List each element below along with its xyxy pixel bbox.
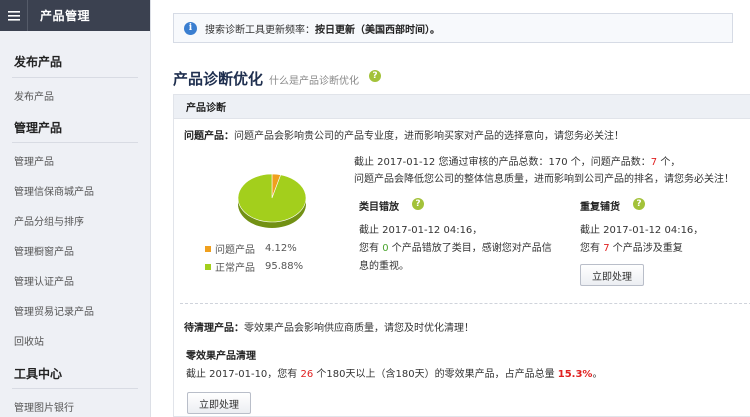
sidebar-item-trade-assurance-products[interactable]: 管理信保商城产品 bbox=[0, 183, 94, 198]
sidebar-item-showcase-products[interactable]: 管理橱窗产品 bbox=[0, 243, 74, 258]
wrong-category-line2: 您有 0 个产品错放了类目，感谢您对产品信 bbox=[359, 239, 552, 254]
sidebar-section-manage: 管理产品 bbox=[14, 121, 63, 135]
help-icon[interactable]: ? bbox=[633, 198, 645, 210]
total-count: 170 bbox=[548, 157, 568, 168]
problem-desc: 问题产品会影响贵公司的产品专业度，进而影响买家对产品的选择意向，请您务必关注！ bbox=[234, 131, 624, 142]
problem-summary: 截止 2017-01-12 您通过审核的产品总数：170 个，问题产品数：7 个… bbox=[354, 153, 680, 168]
sidebar-divider bbox=[12, 77, 138, 78]
update-notice: i 搜索诊断工具更新频率：按日更新（美国西部时间）。 bbox=[173, 13, 733, 43]
page-subtitle-link[interactable]: 什么是产品诊断优化 bbox=[269, 72, 359, 87]
sidebar-section-tools: 工具中心 bbox=[14, 367, 63, 381]
hamburger-icon[interactable] bbox=[0, 0, 28, 31]
pie-slice-normal bbox=[237, 173, 307, 223]
sidebar-title: 产品管理 bbox=[40, 9, 91, 23]
sidebar-section-publish: 发布产品 bbox=[14, 55, 63, 69]
wrong-category-suffix: 个产品错放了类目，感谢您对产品信 bbox=[388, 243, 552, 254]
legend-value-problem: 4.12% bbox=[265, 243, 297, 254]
problem-intro: 问题产品：问题产品会影响贵公司的产品专业度，进而影响买家对产品的选择意向，请您务… bbox=[184, 127, 624, 142]
legend-swatch-problem bbox=[205, 245, 211, 252]
diagnosis-panel: 产品诊断 问题产品：问题产品会影响贵公司的产品专业度，进而影响买家对产品的选择意… bbox=[173, 94, 750, 417]
duplicate-date: 截止 2017-01-12 04:16， bbox=[580, 225, 704, 236]
info-icon: i bbox=[184, 21, 197, 35]
legend-problem: 问题产品 4.12% bbox=[205, 241, 297, 256]
sidebar-divider bbox=[12, 142, 138, 143]
duplicate-title: 重复铺货 bbox=[580, 202, 620, 213]
cleanup-intro: 待清理产品：零效果产品会影响供应商质量，请您及时优化清理！ bbox=[184, 319, 474, 334]
help-icon[interactable]: ? bbox=[369, 70, 381, 82]
section-divider bbox=[180, 303, 750, 304]
main-content: i 搜索诊断工具更新频率：按日更新（美国西部时间）。 产品诊断优化 什么是产品诊… bbox=[151, 0, 750, 417]
legend-value-normal: 95.88% bbox=[265, 261, 304, 272]
sidebar-item-publish-product[interactable]: 发布产品 bbox=[0, 88, 54, 103]
legend-swatch-normal bbox=[205, 263, 211, 270]
sidebar-item-recycle-bin[interactable]: 回收站 bbox=[0, 333, 44, 348]
sidebar-item-manage-products[interactable]: 管理产品 bbox=[0, 153, 54, 168]
zero-effect-mid: 个180天以上（含180天）的零效果产品，占产品总量 bbox=[313, 369, 558, 380]
zero-effect-line: 截止 2017-01-10，您有 26 个180天以上（含180天）的零效果产品… bbox=[186, 365, 602, 380]
sidebar-divider bbox=[12, 388, 138, 389]
legend-normal: 正常产品 95.88% bbox=[205, 259, 303, 274]
wrong-category-prefix: 您有 bbox=[359, 243, 383, 254]
legend-label-normal: 正常产品 bbox=[215, 263, 255, 274]
sidebar: 产品管理 发布产品 发布产品 管理产品 管理产品 管理信保商城产品 产品分组与排… bbox=[0, 0, 151, 417]
zero-effect-title: 零效果产品清理 bbox=[186, 351, 256, 362]
problem-label: 问题产品： bbox=[184, 131, 234, 142]
zero-effect-percent: 15.3% bbox=[557, 369, 593, 380]
problem-summary-line2: 问题产品会降低您公司的整体信息质量，进而影响到公司产品的排名，请您务必关注！ bbox=[354, 174, 734, 185]
wrong-category-line3: 息的重视。 bbox=[359, 261, 409, 272]
zero-effect-count[interactable]: 26 bbox=[300, 369, 313, 380]
zero-effect-suffix: 。 bbox=[592, 369, 603, 380]
summary-suffix: 个， bbox=[657, 157, 681, 168]
sidebar-header: 产品管理 bbox=[0, 0, 150, 31]
legend-label-problem: 问题产品 bbox=[215, 245, 255, 256]
duplicate-prefix: 您有 bbox=[580, 243, 604, 254]
duplicate-process-button[interactable]: 立即处理 bbox=[580, 264, 644, 286]
duplicate-suffix: 个产品涉及重复 bbox=[609, 243, 683, 254]
sidebar-item-image-bank[interactable]: 管理图片银行 bbox=[0, 399, 74, 414]
help-icon[interactable]: ? bbox=[412, 198, 424, 210]
wrong-category-date: 截止 2017-01-12 04:16， bbox=[359, 225, 483, 236]
zero-effect-prefix: 截止 2017-01-10，您有 bbox=[186, 369, 301, 380]
summary-mid: 个，问题产品数： bbox=[567, 157, 651, 168]
summary-prefix: 截止 2017-01-12 您通过审核的产品总数： bbox=[354, 157, 549, 168]
notice-prefix: 搜索诊断工具更新频率： bbox=[205, 24, 315, 36]
cleanup-process-button[interactable]: 立即处理 bbox=[187, 392, 251, 414]
sidebar-item-group-sort[interactable]: 产品分组与排序 bbox=[0, 213, 84, 228]
sidebar-item-trade-record-products[interactable]: 管理贸易记录产品 bbox=[0, 303, 94, 318]
wrong-category-title: 类目错放 bbox=[359, 202, 399, 213]
cleanup-desc: 零效果产品会影响供应商质量，请您及时优化清理！ bbox=[244, 323, 474, 334]
cleanup-label: 待清理产品： bbox=[184, 323, 244, 334]
notice-text: 搜索诊断工具更新频率：按日更新（美国西部时间）。 bbox=[205, 21, 440, 36]
page-title: 产品诊断优化 bbox=[173, 70, 264, 88]
duplicate-line2: 您有 7 个产品涉及重复 bbox=[580, 239, 683, 254]
panel-header: 产品诊断 bbox=[174, 95, 750, 119]
product-pie-chart bbox=[237, 173, 307, 228]
notice-value: 按日更新（美国西部时间）。 bbox=[315, 24, 440, 36]
sidebar-item-certified-products[interactable]: 管理认证产品 bbox=[0, 273, 74, 288]
